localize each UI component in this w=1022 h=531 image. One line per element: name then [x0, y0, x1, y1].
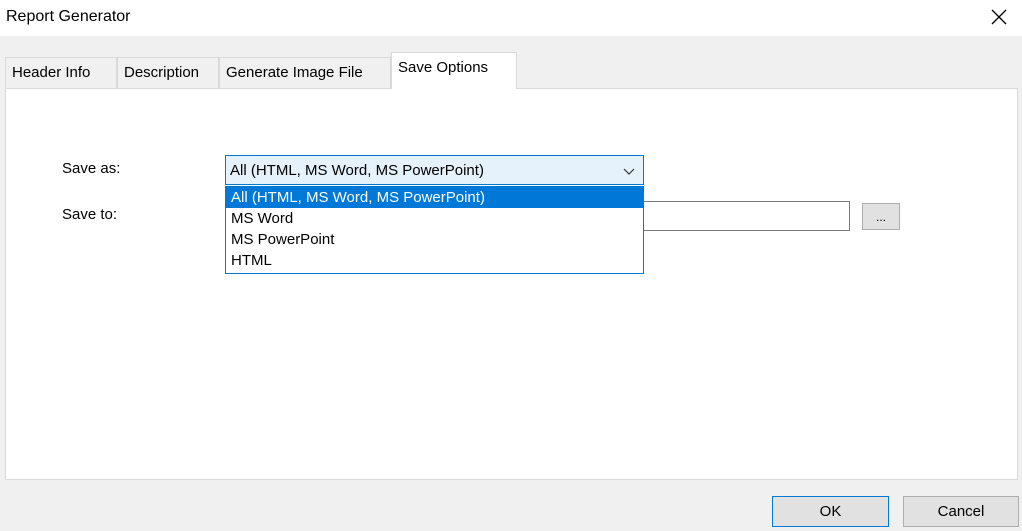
browse-button[interactable]: ... [862, 203, 900, 230]
tab-generate-image-file[interactable]: Generate Image File [219, 57, 391, 88]
tab-description[interactable]: Description [117, 57, 219, 88]
save-as-combobox[interactable]: All (HTML, MS Word, MS PowerPoint) [225, 155, 644, 185]
close-button[interactable] [976, 0, 1022, 34]
dropdown-option-ms-powerpoint[interactable]: MS PowerPoint [226, 229, 643, 250]
title-bar: Report Generator [0, 0, 1022, 36]
ok-button[interactable]: OK [772, 496, 889, 527]
chevron-down-icon [623, 168, 635, 175]
close-icon [991, 9, 1007, 25]
save-as-selected-value: All (HTML, MS Word, MS PowerPoint) [230, 162, 484, 179]
tab-strip: Header Info Description Generate Image F… [5, 52, 1015, 89]
dropdown-option-ms-word[interactable]: MS Word [226, 208, 643, 229]
tab-header-info[interactable]: Header Info [5, 57, 117, 88]
tab-save-options[interactable]: Save Options [391, 52, 517, 89]
window-title: Report Generator [6, 8, 131, 25]
save-as-dropdown-list: All (HTML, MS Word, MS PowerPoint) MS Wo… [225, 186, 644, 274]
dropdown-option-html[interactable]: HTML [226, 250, 643, 271]
save-as-label: Save as: [62, 160, 121, 177]
save-options-panel [5, 88, 1018, 480]
save-to-label: Save to: [62, 206, 118, 223]
dropdown-option-all[interactable]: All (HTML, MS Word, MS PowerPoint) [226, 187, 643, 208]
cancel-button[interactable]: Cancel [903, 496, 1019, 527]
